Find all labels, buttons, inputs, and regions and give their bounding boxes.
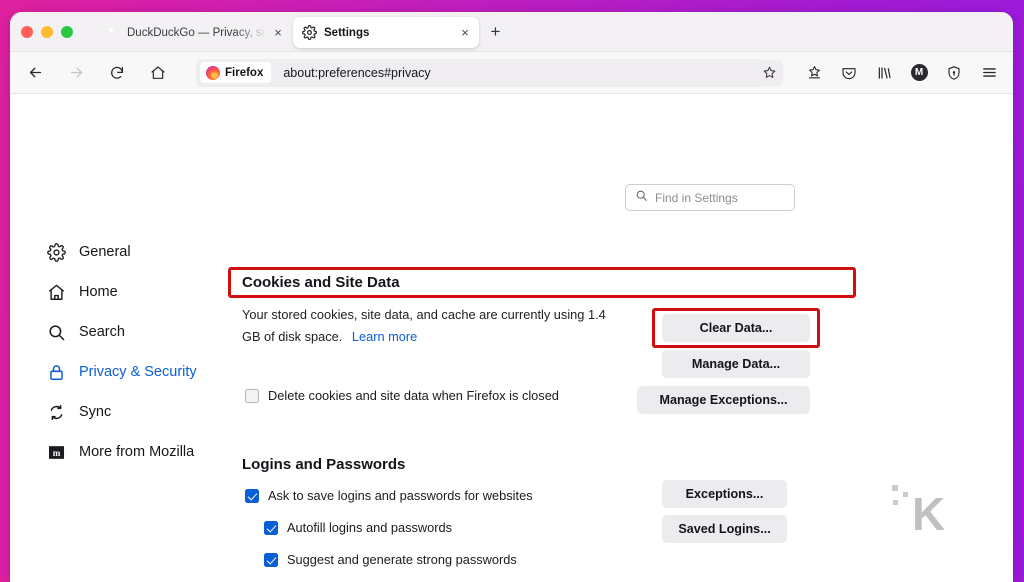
library-icon[interactable] — [870, 59, 898, 87]
sidebar-item-general[interactable]: General — [46, 232, 246, 272]
sidebar-item-search[interactable]: Search — [46, 312, 246, 352]
watermark-logo: K — [892, 485, 945, 540]
url-text: about:preferences#privacy — [283, 65, 431, 80]
account-icon[interactable]: M — [905, 59, 933, 87]
sidebar-item-label: General — [79, 244, 131, 260]
sync-icon — [46, 402, 66, 422]
brand-chip: Firefox — [200, 62, 272, 83]
search-icon — [635, 189, 648, 207]
avatar: M — [910, 64, 928, 81]
learn-more-link[interactable]: Learn more — [352, 329, 417, 344]
tab-title: DuckDuckGo — Privacy, simplifi — [127, 26, 264, 39]
star-icon[interactable] — [755, 59, 783, 86]
settings-main: Cookies and Site Data Your stored cookie… — [242, 274, 842, 582]
mozilla-icon: m — [46, 442, 66, 462]
close-icon[interactable]: × — [271, 26, 285, 40]
sidebar-item-more-from-mozilla[interactable]: m More from Mozilla — [46, 432, 246, 472]
checkbox-label: Autofill logins and passwords — [287, 520, 453, 535]
minimize-window-button[interactable] — [41, 26, 53, 38]
suggest-strong-passwords-checkbox[interactable] — [264, 552, 278, 567]
autofill-logins-row[interactable]: Autofill logins and passwords — [264, 520, 452, 535]
tab-strip: DuckDuckGo — Privacy, simplifi × Setting… — [10, 12, 1013, 52]
new-tab-button[interactable]: + — [487, 23, 504, 41]
logins-and-passwords-section: Logins and Passwords Ask to save logins … — [242, 456, 842, 582]
tab-title: Settings — [324, 26, 370, 39]
search-input[interactable]: Find in Settings — [625, 184, 795, 211]
suggest-strong-passwords-row[interactable]: Suggest and generate strong passwords — [264, 552, 517, 567]
sidebar-item-label: Search — [79, 324, 125, 340]
manage-exceptions-button[interactable]: Manage Exceptions... — [637, 386, 810, 414]
zoom-window-button[interactable] — [61, 26, 73, 38]
delete-cookies-on-close-checkbox[interactable] — [245, 388, 259, 403]
manage-data-button[interactable]: Manage Data... — [662, 350, 810, 378]
ask-to-save-logins-checkbox[interactable] — [245, 488, 259, 503]
checkbox-label: Ask to save logins and passwords for web… — [268, 488, 533, 503]
ask-to-save-logins-row[interactable]: Ask to save logins and passwords for web… — [245, 488, 533, 503]
cookies-and-site-data-title: Cookies and Site Data — [242, 274, 400, 291]
toolbar-icons: M — [800, 59, 1003, 87]
url-bar[interactable]: Firefox about:preferences#privacy — [196, 58, 766, 87]
cookies-description: Your stored cookies, site data, and cach… — [242, 304, 622, 349]
reload-icon[interactable] — [102, 58, 132, 88]
gear-icon — [302, 25, 317, 40]
close-window-button[interactable] — [21, 26, 33, 38]
settings-page: Find in Settings General Home Search Pri… — [10, 94, 1013, 582]
sidebar-item-label: Home — [79, 284, 118, 300]
lock-icon — [46, 362, 66, 382]
checkbox-label: Delete cookies and site data when Firefo… — [268, 388, 559, 403]
saved-logins-button[interactable]: Saved Logins... — [662, 515, 787, 543]
cookies-description-text: Your stored cookies, site data, and cach… — [242, 307, 606, 345]
svg-text:m: m — [52, 448, 60, 458]
sidebar-item-label: Privacy & Security — [79, 364, 197, 380]
sidebar-item-privacy-security[interactable]: Privacy & Security — [46, 352, 246, 392]
app-menu-icon[interactable] — [975, 59, 1003, 87]
duckduckgo-icon — [105, 25, 120, 40]
search-icon — [46, 322, 66, 342]
exceptions-button[interactable]: Exceptions... — [662, 480, 787, 508]
close-icon[interactable]: × — [458, 26, 472, 40]
home-icon[interactable] — [143, 58, 173, 88]
tab-settings[interactable]: Settings × — [293, 17, 479, 48]
save-to-pocket-icon[interactable] — [800, 59, 828, 87]
tracking-protection-icon[interactable] — [940, 59, 968, 87]
firefox-logo-icon — [206, 65, 220, 80]
clear-data-button[interactable]: Clear Data... — [662, 314, 810, 342]
settings-sidebar: General Home Search Privacy & Security S… — [46, 232, 246, 472]
forward-arrow-icon[interactable] — [61, 58, 91, 88]
autofill-logins-checkbox[interactable] — [264, 520, 278, 535]
delete-cookies-on-close-row[interactable]: Delete cookies and site data when Firefo… — [245, 388, 559, 403]
sidebar-item-sync[interactable]: Sync — [46, 392, 246, 432]
brand-label: Firefox — [225, 66, 264, 79]
browser-window: DuckDuckGo — Privacy, simplifi × Setting… — [10, 12, 1013, 582]
svg-text:K: K — [912, 488, 945, 540]
window-traffic-lights — [21, 26, 73, 38]
tab-duckduckgo[interactable]: DuckDuckGo — Privacy, simplifi × — [96, 17, 292, 48]
gear-icon — [46, 242, 66, 262]
sidebar-item-label: Sync — [79, 404, 112, 420]
pocket-icon[interactable] — [835, 59, 863, 87]
search-placeholder: Find in Settings — [655, 190, 738, 205]
home-icon — [46, 282, 66, 302]
back-arrow-icon[interactable] — [20, 58, 50, 88]
navigation-toolbar: Firefox about:preferences#privacy M — [10, 52, 1013, 94]
logins-and-passwords-title: Logins and Passwords — [242, 456, 406, 473]
sidebar-item-home[interactable]: Home — [46, 272, 246, 312]
cookies-and-site-data-section: Cookies and Site Data Your stored cookie… — [242, 274, 842, 419]
sidebar-item-label: More from Mozilla — [79, 444, 195, 460]
checkbox-label: Suggest and generate strong passwords — [287, 552, 517, 567]
